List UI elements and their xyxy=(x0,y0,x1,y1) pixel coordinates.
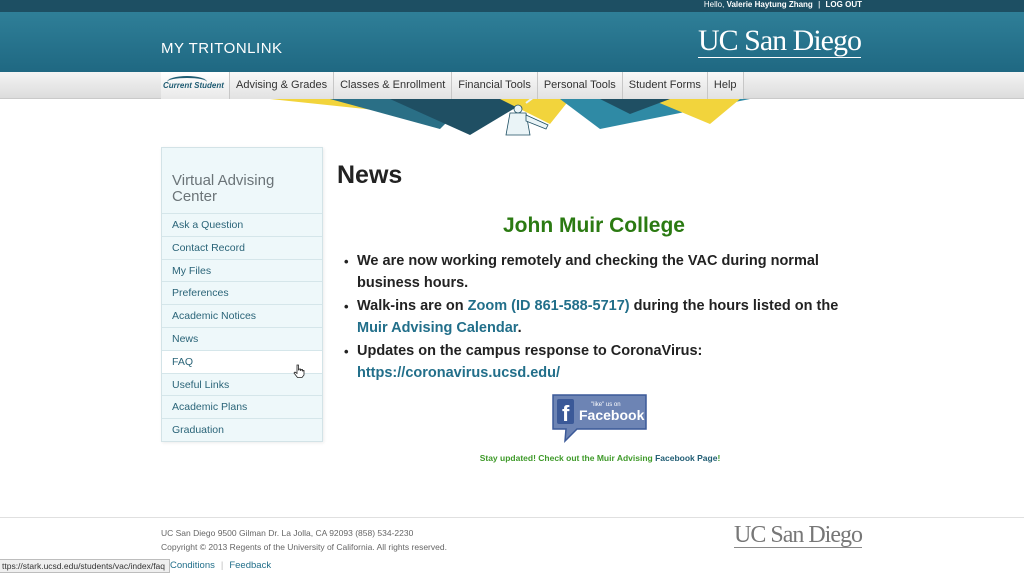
main-nav: Current Student Advising & Grades Classe… xyxy=(161,72,744,99)
nav-personal-tools[interactable]: Personal Tools xyxy=(537,72,623,99)
footer-ucsd-logo[interactable]: UC San Diego xyxy=(734,523,863,548)
stay-updated-text: Stay updated! Check out the Muir Advisin… xyxy=(337,453,863,463)
svg-text:f: f xyxy=(562,401,570,426)
site-header: MY TRITONLINK UC San Diego xyxy=(0,12,1024,72)
nav-current-student[interactable]: Current Student xyxy=(161,72,230,99)
sidebar-item-preferences[interactable]: Preferences xyxy=(162,281,322,304)
news-text-walkins-post: . xyxy=(517,319,522,336)
footer-links: & Conditions | Feedback xyxy=(161,560,271,571)
page-title: News xyxy=(337,161,403,189)
facebook-page-link[interactable]: Facebook Page xyxy=(655,453,717,463)
news-text-coronavirus: Updates on the campus response to Corona… xyxy=(357,343,703,359)
nav-student-forms[interactable]: Student Forms xyxy=(622,72,708,99)
news-text-walkins-mid: during the hours listed on the xyxy=(629,298,839,314)
ucsd-logo[interactable]: UC San Diego xyxy=(698,26,862,58)
greeting-text: Hello, xyxy=(703,0,725,9)
sidebar-menu: Ask a Question Contact Record My Files P… xyxy=(162,213,322,441)
footer-divider xyxy=(0,517,1024,518)
stay-end: ! xyxy=(717,453,721,463)
nav-help[interactable]: Help xyxy=(707,72,744,99)
sidebar-item-academic-plans[interactable]: Academic Plans xyxy=(162,395,322,418)
nav-classes-enrollment[interactable]: Classes & Enrollment xyxy=(334,72,453,99)
news-item-coronavirus: Updates on the campus response to Corona… xyxy=(344,341,857,384)
zoom-link[interactable]: Zoom (ID 861-588-5717) xyxy=(468,298,630,314)
top-bar: Hello, Valerie Haytung Zhang | LOG OUT xyxy=(0,0,1024,12)
footer-copyright: Copyright © 2013 Regents of the Universi… xyxy=(161,542,447,552)
sidebar-title: Virtual Advising Center xyxy=(172,172,275,205)
logout-link[interactable]: LOG OUT xyxy=(826,0,862,9)
news-text-walkins-pre: Walk-ins are on xyxy=(357,298,468,314)
topbar-separator: | xyxy=(818,0,821,9)
coronavirus-link[interactable]: https://coronavirus.ucsd.edu/ xyxy=(357,365,560,381)
news-text-remote: We are now working remotely and checking… xyxy=(357,253,819,291)
facebook-like-button[interactable]: f "like" us on Facebook xyxy=(551,393,648,443)
footer-link-separator: | xyxy=(220,560,224,571)
hand-cursor-icon xyxy=(293,364,305,378)
footer-address: UC San Diego 9500 Gilman Dr. La Jolla, C… xyxy=(161,528,414,538)
vac-sidebar: Virtual Advising Center Ask a Question C… xyxy=(161,147,323,442)
brand-title[interactable]: MY TRITONLINK xyxy=(161,40,283,57)
news-list: We are now working remotely and checking… xyxy=(344,251,857,386)
sidebar-item-contact-record[interactable]: Contact Record xyxy=(162,235,322,259)
user-name: Valerie Haytung Zhang xyxy=(726,0,813,9)
sidebar-item-ask-a-question[interactable]: Ask a Question xyxy=(162,213,322,236)
feedback-link[interactable]: Feedback xyxy=(229,560,271,571)
sidebar-item-my-files[interactable]: My Files xyxy=(162,258,322,282)
status-url-bar: ttps://stark.ucsd.edu/students/vac/index… xyxy=(0,559,171,573)
triton-banner-graphic xyxy=(270,99,750,136)
fb-word: Facebook xyxy=(579,407,645,423)
college-heading: John Muir College xyxy=(502,214,685,237)
sidebar-item-graduation[interactable]: Graduation xyxy=(162,418,322,441)
main-nav-bar: Current Student Advising & Grades Classe… xyxy=(0,72,1024,99)
stay-text: Stay updated! Check out the Muir Advisin… xyxy=(479,453,656,463)
news-item-remote: We are now working remotely and checking… xyxy=(344,251,857,294)
news-item-walkins: Walk-ins are on Zoom (ID 861-588-5717) d… xyxy=(344,296,857,339)
sidebar-item-academic-notices[interactable]: Academic Notices xyxy=(162,304,322,327)
user-greeting: Hello, Valerie Haytung Zhang | LOG OUT xyxy=(704,0,862,10)
nav-financial-tools[interactable]: Financial Tools xyxy=(452,72,538,99)
nav-advising-grades[interactable]: Advising & Grades xyxy=(230,72,335,99)
muir-calendar-link[interactable]: Muir Advising Calendar xyxy=(357,320,518,336)
sidebar-item-news[interactable]: News xyxy=(162,326,322,350)
